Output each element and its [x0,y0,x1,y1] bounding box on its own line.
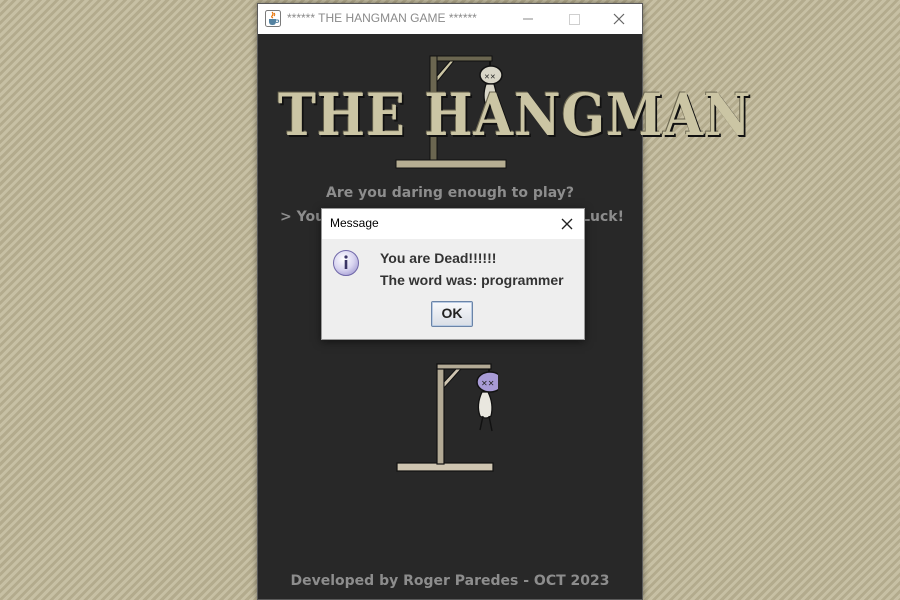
svg-text:✕✕: ✕✕ [481,379,494,388]
dialog-title: Message [330,216,379,230]
instruction-right: Luck! [581,209,624,225]
dialog-close-icon[interactable] [552,211,582,237]
dialog-titlebar[interactable]: Message [322,209,584,239]
window-title: ****** THE HANGMAN GAME ****** [287,11,477,25]
info-icon [333,250,359,276]
dialog-message-word: The word was: programmer [380,272,564,288]
ok-button[interactable]: OK [431,301,473,327]
maximize-button[interactable] [551,4,597,34]
minimize-button[interactable] [505,4,551,34]
java-cup-icon [265,10,281,27]
tagline-text: Are you daring enough to play? [326,185,574,201]
message-dialog: Message You are Dead!!!!!! The word was:… [321,208,585,340]
instruction-left: > You [280,209,326,225]
window-close-button[interactable] [596,4,642,34]
hangman-logo: ✕✕ THE HANGMAN [278,52,752,170]
window-titlebar[interactable]: ****** THE HANGMAN GAME ****** [258,4,642,34]
logo-title: THE HANGMAN [278,81,752,149]
developer-credit: Developed by Roger Paredes - OCT 2023 [290,573,610,589]
hangman-figure-image: ✕✕ [396,363,498,472]
dialog-message-dead: You are Dead!!!!!! [380,250,497,266]
